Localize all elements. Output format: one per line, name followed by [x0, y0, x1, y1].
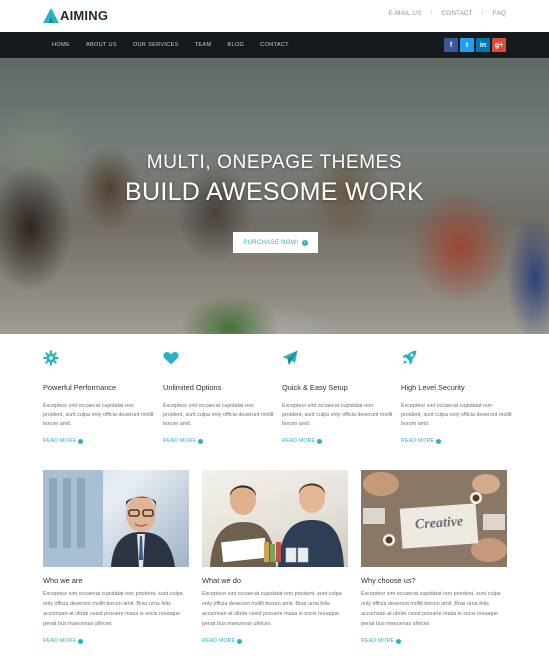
hero-title: BUILD AWESOME WORK — [125, 178, 424, 206]
nav-item-about-us[interactable]: ABOUT US — [86, 42, 117, 48]
logo-text: AIMING — [60, 8, 109, 23]
separator: / — [481, 10, 484, 17]
top-links: E-MAIL US / CONTACT / FAQ — [388, 10, 506, 17]
google-plus-icon[interactable]: g+ — [492, 38, 506, 52]
read-more-label: READ MORE — [361, 638, 395, 644]
read-more-label: READ MORE — [163, 438, 197, 444]
arrow-right-icon — [317, 438, 323, 444]
arrow-right-icon — [78, 638, 84, 644]
rocket-icon — [402, 350, 417, 365]
logo[interactable]: AIMING — [43, 8, 108, 23]
feature-options: Unlimited Options Excepteur sint occaeca… — [163, 350, 275, 444]
nav-item-contact[interactable]: CONTACT — [260, 42, 289, 48]
twitter-icon[interactable]: t — [460, 38, 474, 52]
hero-subtitle: MULTI, ONEPAGE THEMES — [146, 152, 403, 173]
feature-performance: Powerful Performance Excepteur sint occa… — [43, 350, 155, 444]
nav-item-blog[interactable]: BLOG — [227, 42, 244, 48]
arrow-right-icon — [237, 638, 243, 644]
paper-plane-icon — [282, 350, 298, 365]
separator: / — [430, 10, 433, 17]
nav-menu: HOME ABOUT US OUR SERVICES TEAM BLOG CON… — [52, 42, 305, 48]
card-title: Why choose us? — [361, 576, 416, 585]
read-more-link[interactable]: READ MORE — [43, 638, 84, 644]
feature-description: Excepteur sint occaecat cupidatat non pr… — [43, 403, 154, 427]
card-description: Excepteur sint occaecat cupidatat non pr… — [43, 591, 183, 627]
feature-title: Unlimited Options — [163, 383, 222, 392]
card-who-we-are: Who we are Excepteur sint occaecat cupid… — [43, 470, 189, 644]
nav-item-home[interactable]: HOME — [52, 42, 70, 48]
arrow-right-icon — [78, 438, 84, 444]
nav-item-team[interactable]: TEAM — [195, 42, 212, 48]
read-more-label: READ MORE — [202, 638, 236, 644]
card-why-choose-us: Creative Why choose us? Excepteur sint o… — [361, 470, 507, 644]
feature-title: High Level Security — [401, 383, 465, 392]
feature-title: Powerful Performance — [43, 383, 117, 392]
team-photo — [210, 483, 344, 567]
read-more-label: READ MORE — [401, 438, 435, 444]
purchase-button[interactable]: PURCHASE NOW! › — [233, 232, 318, 253]
card-description: Excepteur sint occaecat cupidatat non pr… — [361, 591, 501, 627]
read-more-link[interactable]: READ MORE — [202, 638, 243, 644]
read-more-link[interactable]: READ MORE — [401, 438, 442, 444]
feature-title: Quick & Easy Setup — [282, 383, 348, 392]
businessman-photo — [43, 470, 175, 567]
read-more-link[interactable]: READ MORE — [163, 438, 204, 444]
card-image — [43, 470, 189, 567]
feature-description: Excepteur sint occaecat cupidatat non pr… — [163, 403, 274, 427]
arrow-right-icon — [396, 638, 402, 644]
card-title: Who we are — [43, 576, 83, 585]
gear-icon — [43, 350, 59, 366]
social-links: f t in g+ — [442, 38, 506, 52]
top-bar: AIMING E-MAIL US / CONTACT / FAQ — [0, 0, 549, 32]
top-link-contact[interactable]: CONTACT — [441, 10, 472, 17]
arrow-right-icon: › — [301, 239, 308, 246]
nav-item-our-services[interactable]: OUR SERVICES — [133, 42, 179, 48]
feature-description: Excepteur sint occaecat cupidatat non pr… — [282, 403, 393, 427]
read-more-link[interactable]: READ MORE — [282, 438, 323, 444]
read-more-label: READ MORE — [282, 438, 316, 444]
feature-description: Excepteur sint occaecat cupidatat non pr… — [401, 403, 512, 427]
logo-icon — [43, 8, 59, 23]
card-title: What we do — [202, 576, 242, 585]
hero-banner: MULTI, ONEPAGE THEMES BUILD AWESOME WORK… — [0, 58, 549, 334]
read-more-label: READ MORE — [43, 638, 77, 644]
card-image: Creative — [361, 470, 507, 567]
read-more-link[interactable]: READ MORE — [361, 638, 402, 644]
purchase-button-label: PURCHASE NOW! — [243, 239, 299, 246]
creative-image-text: Creative — [414, 514, 464, 533]
read-more-label: READ MORE — [43, 438, 77, 444]
top-link-email[interactable]: E-MAIL US — [388, 10, 421, 17]
feature-setup: Quick & Easy Setup Excepteur sint occaec… — [282, 350, 394, 444]
heart-icon — [163, 351, 179, 365]
arrow-right-icon — [436, 438, 442, 444]
main-nav: HOME ABOUT US OUR SERVICES TEAM BLOG CON… — [0, 32, 549, 58]
facebook-icon[interactable]: f — [444, 38, 458, 52]
top-link-faq[interactable]: FAQ — [493, 10, 506, 17]
card-description: Excepteur sint occaecat cupidatat non pr… — [202, 591, 342, 627]
feature-security: High Level Security Excepteur sint occae… — [401, 350, 513, 444]
card-image — [202, 470, 348, 567]
arrow-right-icon — [198, 438, 204, 444]
card-what-we-do: What we do Excepteur sint occaecat cupid… — [202, 470, 348, 644]
linkedin-icon[interactable]: in — [476, 38, 490, 52]
read-more-link[interactable]: READ MORE — [43, 438, 84, 444]
